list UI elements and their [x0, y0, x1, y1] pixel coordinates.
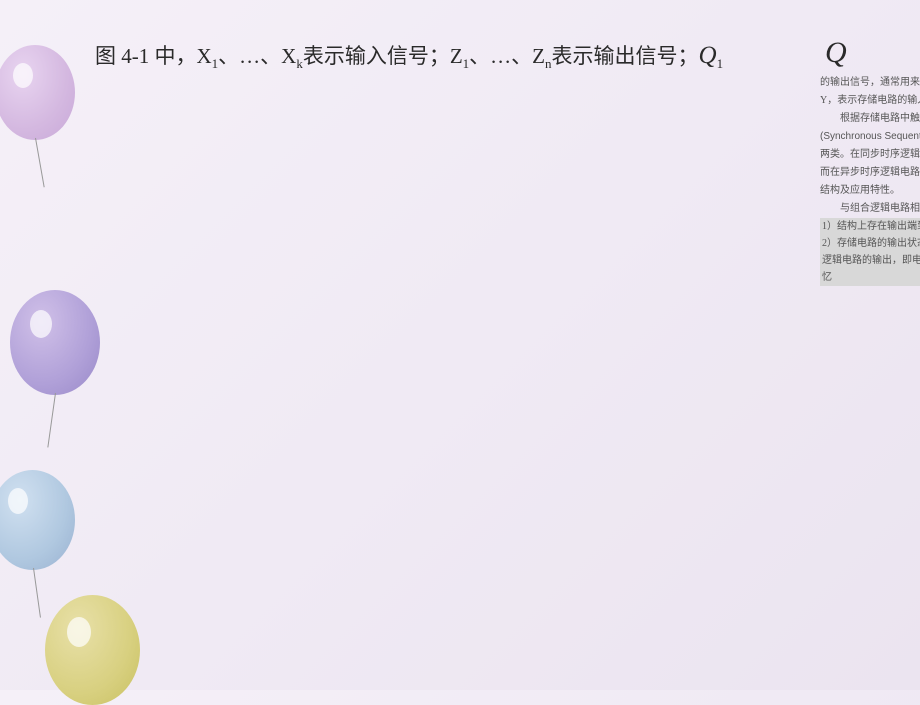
main-body-text: 图 4-1 中，X1、…、Xk表示输入信号；Z1、…、Zn表示输出信号；Q1 [95, 40, 723, 72]
balloon-string [47, 393, 56, 448]
text-segment: 、…、X [218, 44, 296, 68]
text-line: 而在异步时序逻辑电路中，触发器 [820, 164, 920, 181]
text-line: Y，表示存储电路的输入信号，它 [820, 92, 920, 109]
side-paragraph-text: 的输出信号，通常用来表示电路组 Y，表示存储电路的输入信号，它 根据存储电路中触… [820, 74, 920, 286]
highlighted-text: 1）结构上存在输出端到输入 [820, 218, 920, 235]
decorative-balloon-purple [0, 45, 75, 140]
balloon-string [35, 138, 45, 187]
decorative-balloon-yellow [45, 595, 140, 705]
text-line-english: (Synchronous Sequential Circu [820, 128, 920, 145]
balloon-highlight [30, 310, 52, 338]
text-line: 与组合逻辑电路相比，时序逻 [820, 200, 920, 217]
decorative-balloon-blue [0, 470, 75, 570]
decorative-balloon-violet [10, 290, 100, 395]
text-segment: 表示输出信号； [552, 44, 699, 68]
text-line: 根据存储电路中触发器的云 [820, 110, 920, 127]
variable-q: Q [699, 42, 717, 69]
text-segment: 图 4-1 中，X [95, 44, 212, 68]
text-line: 结构及应用特性。 [820, 182, 920, 199]
text-segment: 表示输入信号；Z [303, 44, 463, 68]
balloon-highlight [67, 617, 91, 647]
balloon-highlight [13, 63, 33, 88]
variable-q-large: Q [825, 36, 847, 70]
highlighted-text: 2）存储电路的输出状态反馈 [820, 235, 920, 252]
balloon-highlight [8, 488, 28, 514]
text-line: 的输出信号，通常用来表示电路组 [820, 74, 920, 91]
highlighted-text: 逻辑电路的输出，即电路具有记忆 [820, 252, 920, 286]
text-segment: 、…、Z [469, 44, 545, 68]
text-line: 两类。在同步时序逻辑电路中，F [820, 146, 920, 163]
balloon-string [33, 568, 41, 618]
subscript: 1 [717, 56, 724, 71]
